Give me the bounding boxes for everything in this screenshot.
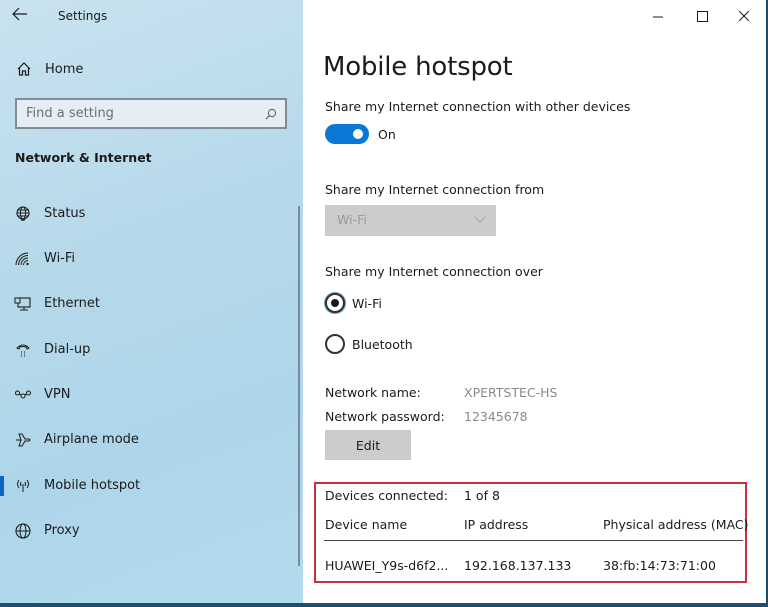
toggle-knob	[353, 129, 363, 139]
network-name-value: XPERTSTEC-HS	[464, 385, 558, 400]
home-label: Home	[45, 62, 84, 77]
sidebar-item-label: Ethernet	[44, 296, 100, 311]
wifi-icon	[15, 252, 29, 266]
share-over-label: Share my Internet connection over	[325, 264, 543, 279]
sidebar-item-label: Proxy	[44, 523, 80, 538]
network-password-label: Network password:	[325, 409, 445, 424]
column-header-ip-address: IP address	[464, 517, 529, 532]
back-arrow-icon	[12, 7, 27, 21]
maximize-button[interactable]	[679, 3, 725, 31]
toggle-state-label: On	[378, 127, 396, 142]
sidebar-item-label: Mobile hotspot	[44, 478, 141, 493]
sidebar-item-label: Dial-up	[44, 342, 91, 357]
radio-bluetooth[interactable]	[325, 334, 345, 354]
desktop-edge	[0, 603, 768, 607]
main-content: Mobile hotspot Share my Internet connect…	[303, 0, 766, 603]
devices-connected-label: Devices connected:	[325, 488, 448, 503]
share-from-label: Share my Internet connection from	[325, 182, 545, 197]
dialup-icon	[16, 344, 30, 357]
table-header-divider	[324, 540, 743, 541]
back-button[interactable]	[12, 6, 34, 26]
radio-wifi-label: Wi-Fi	[352, 296, 382, 311]
ethernet-icon	[14, 297, 31, 311]
search-icon	[265, 108, 277, 120]
close-icon	[738, 10, 750, 22]
column-header-mac: Physical address (MAC)	[603, 517, 749, 532]
radio-wifi[interactable]	[325, 293, 345, 313]
sidebar-item-airplane-mode[interactable]: Airplane mode	[0, 422, 290, 458]
section-title: Network & Internet	[15, 150, 152, 165]
maximize-icon	[697, 11, 708, 22]
edit-button[interactable]: Edit	[325, 430, 411, 460]
sidebar-item-label: VPN	[44, 387, 71, 402]
minimize-icon	[653, 16, 663, 18]
mac-address-cell: 38:fb:14:73:71:00	[603, 558, 716, 573]
sidebar-item-label: Wi-Fi	[44, 251, 76, 266]
column-header-device-name: Device name	[325, 517, 408, 532]
devices-connected-value: 1 of 8	[464, 488, 500, 503]
sidebar-item-label: Airplane mode	[44, 432, 139, 447]
home-icon	[17, 62, 31, 76]
share-connection-label: Share my Internet connection with other …	[325, 99, 631, 114]
status-globe-icon	[16, 206, 30, 221]
share-from-dropdown[interactable]: Wi-Fi	[325, 205, 496, 236]
sidebar-item-status[interactable]: Status	[0, 196, 290, 232]
sidebar-item-vpn[interactable]: VPN	[0, 377, 290, 413]
airplane-icon	[16, 433, 31, 447]
window-title: Settings	[58, 9, 108, 23]
sidebar-item-ethernet[interactable]: Ethernet	[0, 286, 290, 322]
chevron-down-icon	[474, 216, 486, 223]
hotspot-toggle[interactable]	[325, 124, 369, 144]
radio-bluetooth-label: Bluetooth	[352, 337, 413, 352]
page-title: Mobile hotspot	[323, 52, 513, 82]
sidebar-item-label: Status	[44, 206, 86, 221]
network-password-value: 12345678	[464, 409, 528, 424]
share-from-value: Wi-Fi	[337, 212, 367, 227]
sidebar-home[interactable]: Home	[10, 58, 270, 82]
sidebar-item-proxy[interactable]: Proxy	[0, 513, 290, 549]
vpn-icon	[15, 390, 31, 399]
sidebar: Settings Home Find a setting Network & I…	[0, 0, 303, 603]
sidebar-item-wifi[interactable]: Wi-Fi	[0, 241, 290, 277]
network-name-label: Network name:	[325, 385, 421, 400]
search-placeholder: Find a setting	[26, 106, 114, 121]
settings-window: Settings Home Find a setting Network & I…	[0, 0, 766, 603]
search-input[interactable]: Find a setting	[15, 98, 287, 129]
ip-address-cell: 192.168.137.133	[464, 558, 572, 573]
sidebar-item-dialup[interactable]: Dial-up	[0, 332, 290, 368]
close-button[interactable]	[721, 3, 767, 31]
sidebar-item-mobile-hotspot[interactable]: Mobile hotspot	[0, 468, 290, 504]
device-name-cell: HUAWEI_Y9s-d6f2...	[325, 558, 449, 573]
globe-icon	[15, 523, 31, 539]
minimize-button[interactable]	[635, 3, 681, 31]
selected-indicator	[0, 476, 4, 496]
sidebar-scrollbar[interactable]	[298, 206, 300, 566]
hotspot-icon	[17, 479, 29, 492]
